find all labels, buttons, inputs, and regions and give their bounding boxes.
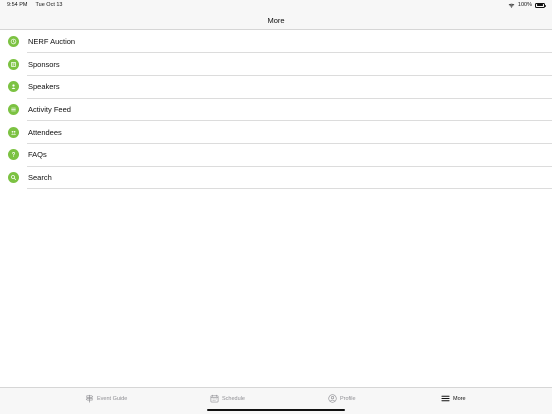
battery-percent: 100%	[517, 2, 532, 8]
menu-list: NERF Auction Sponsors Speakers Activity …	[0, 30, 552, 189]
tab-event-guide[interactable]: Event Guide	[85, 394, 127, 403]
tab-label: Schedule	[222, 395, 245, 402]
tab-profile[interactable]: Profile	[328, 394, 356, 403]
menu-item-label: Search	[28, 172, 52, 182]
tab-label: Profile	[340, 395, 356, 402]
tab-bar: Event Guide Schedule Profile More	[0, 387, 552, 414]
tab-label: Event Guide	[97, 395, 128, 402]
menu-icon	[441, 395, 450, 402]
menu-item-label: Activity Feed	[28, 104, 71, 114]
menu-item-label: Sponsors	[28, 59, 60, 69]
status-date: Tue Oct 13	[35, 2, 63, 8]
tab-schedule[interactable]: Schedule	[210, 394, 245, 403]
wifi-icon	[508, 3, 515, 8]
sponsors-icon	[8, 58, 19, 70]
menu-item-label: FAQs	[28, 150, 47, 160]
menu-item-label: NERF Auction	[28, 36, 76, 46]
person-icon	[328, 394, 337, 403]
menu-item-faqs[interactable]: FAQs	[0, 143, 552, 166]
status-bar: 9:54 PM Tue Oct 13 100%	[0, 0, 552, 12]
menu-item-label: Attendees	[28, 127, 62, 137]
calendar-icon	[210, 394, 219, 403]
tab-more[interactable]: More	[441, 394, 466, 403]
menu-item-sponsors[interactable]: Sponsors	[0, 53, 552, 76]
tab-label: More	[453, 395, 466, 402]
status-time: 9:54 PM	[7, 2, 28, 8]
menu-item-attendees[interactable]: Attendees	[0, 121, 552, 144]
menu-item-search[interactable]: Search	[0, 166, 552, 189]
page-title: More	[267, 16, 285, 25]
menu-item-activity-feed[interactable]: Activity Feed	[0, 98, 552, 121]
auction-icon	[8, 35, 19, 47]
question-icon	[8, 149, 19, 161]
menu-item-label: Speakers	[28, 82, 60, 92]
status-left: 9:54 PM Tue Oct 13	[7, 2, 63, 8]
speakers-icon	[8, 81, 19, 93]
attendees-icon	[8, 126, 19, 138]
status-right: 100%	[508, 2, 546, 8]
battery-icon	[535, 2, 546, 8]
activity-feed-icon	[8, 103, 19, 115]
menu-item-speakers[interactable]: Speakers	[0, 75, 552, 98]
menu-item-nerf-auction[interactable]: NERF Auction	[0, 30, 552, 53]
search-icon	[8, 171, 19, 183]
home-indicator[interactable]	[207, 408, 345, 411]
nav-bar: More	[0, 12, 552, 30]
signpost-icon	[85, 394, 94, 403]
